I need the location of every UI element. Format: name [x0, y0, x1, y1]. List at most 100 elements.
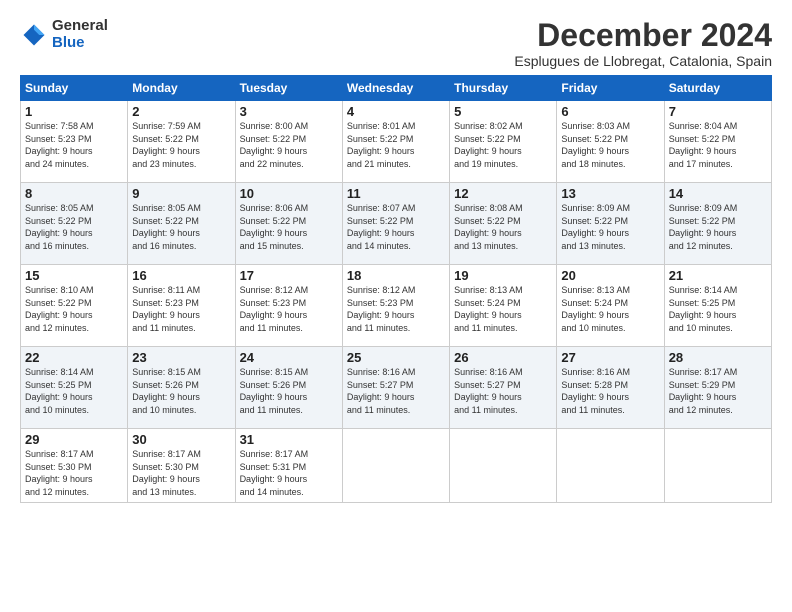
table-row: 27 Sunrise: 8:16 AMSunset: 5:28 PMDayligh…: [557, 347, 664, 429]
day-info: Sunrise: 8:17 AMSunset: 5:31 PMDaylight:…: [240, 449, 309, 497]
table-row: 24 Sunrise: 8:15 AMSunset: 5:26 PMDayligh…: [235, 347, 342, 429]
table-row: 29Sunrise: 8:17 AMSunset: 5:30 PMDayligh…: [21, 429, 128, 502]
day-number: 11: [347, 186, 445, 201]
table-row: [664, 429, 771, 502]
day-number: 19: [454, 268, 552, 283]
col-saturday: Saturday: [664, 76, 771, 101]
table-row: 20 Sunrise: 8:13 AMSunset: 5:24 PMDayligh…: [557, 265, 664, 347]
col-monday: Monday: [128, 76, 235, 101]
table-row: 9 Sunrise: 8:05 AMSunset: 5:22 PMDaylight…: [128, 183, 235, 265]
day-number: 7: [669, 104, 767, 119]
day-number: 24: [240, 350, 338, 365]
day-number: 10: [240, 186, 338, 201]
table-row: 13 Sunrise: 8:09 AMSunset: 5:22 PMDayligh…: [557, 183, 664, 265]
day-number: 4: [347, 104, 445, 119]
day-info: Sunrise: 8:06 AMSunset: 5:22 PMDaylight:…: [240, 203, 309, 251]
table-row: 14 Sunrise: 8:09 AMSunset: 5:22 PMDayligh…: [664, 183, 771, 265]
day-info: Sunrise: 8:16 AMSunset: 5:27 PMDaylight:…: [454, 367, 523, 415]
calendar-page: General Blue December 2024 Esplugues de …: [0, 0, 792, 612]
day-info: Sunrise: 8:09 AMSunset: 5:22 PMDaylight:…: [669, 203, 738, 251]
table-row: 1 Sunrise: 7:58 AMSunset: 5:23 PMDaylight…: [21, 101, 128, 183]
day-info: Sunrise: 7:58 AMSunset: 5:23 PMDaylight:…: [25, 121, 94, 169]
table-row: 5 Sunrise: 8:02 AMSunset: 5:22 PMDaylight…: [450, 101, 557, 183]
day-number: 8: [25, 186, 123, 201]
day-info: Sunrise: 8:16 AMSunset: 5:28 PMDaylight:…: [561, 367, 630, 415]
table-row: 15 Sunrise: 8:10 AMSunset: 5:22 PMDayligh…: [21, 265, 128, 347]
day-info: Sunrise: 8:07 AMSunset: 5:22 PMDaylight:…: [347, 203, 416, 251]
day-number: 31: [240, 432, 338, 447]
day-number: 13: [561, 186, 659, 201]
day-number: 14: [669, 186, 767, 201]
day-number: 1: [25, 104, 123, 119]
col-tuesday: Tuesday: [235, 76, 342, 101]
day-info: Sunrise: 8:15 AMSunset: 5:26 PMDaylight:…: [240, 367, 309, 415]
day-number: 28: [669, 350, 767, 365]
day-info: Sunrise: 8:00 AMSunset: 5:22 PMDaylight:…: [240, 121, 309, 169]
col-thursday: Thursday: [450, 76, 557, 101]
day-number: 20: [561, 268, 659, 283]
day-number: 30: [132, 432, 230, 447]
table-row: 3 Sunrise: 8:00 AMSunset: 5:22 PMDaylight…: [235, 101, 342, 183]
day-number: 23: [132, 350, 230, 365]
table-row: 2Sunrise: 7:59 AMSunset: 5:22 PMDaylight…: [128, 101, 235, 183]
table-row: 31 Sunrise: 8:17 AMSunset: 5:31 PMDayligh…: [235, 429, 342, 502]
day-number: 25: [347, 350, 445, 365]
day-number: 15: [25, 268, 123, 283]
day-number: 9: [132, 186, 230, 201]
day-info: Sunrise: 8:05 AMSunset: 5:22 PMDaylight:…: [132, 203, 201, 251]
day-info: Sunrise: 8:10 AMSunset: 5:22 PMDaylight:…: [25, 285, 94, 333]
day-info: Sunrise: 8:02 AMSunset: 5:22 PMDaylight:…: [454, 121, 523, 169]
col-sunday: Sunday: [21, 76, 128, 101]
day-number: 3: [240, 104, 338, 119]
title-area: December 2024 Esplugues de Llobregat, Ca…: [514, 18, 772, 69]
table-row: 21 Sunrise: 8:14 AMSunset: 5:25 PMDayligh…: [664, 265, 771, 347]
table-row: 28Sunrise: 8:17 AMSunset: 5:29 PMDayligh…: [664, 347, 771, 429]
table-row: 6 Sunrise: 8:03 AMSunset: 5:22 PMDaylight…: [557, 101, 664, 183]
logo: General Blue: [20, 18, 108, 51]
day-info: Sunrise: 8:09 AMSunset: 5:22 PMDaylight:…: [561, 203, 630, 251]
table-row: 23 Sunrise: 8:15 AMSunset: 5:26 PMDayligh…: [128, 347, 235, 429]
day-info: Sunrise: 7:59 AMSunset: 5:22 PMDaylight:…: [132, 121, 201, 169]
col-friday: Friday: [557, 76, 664, 101]
month-title: December 2024: [514, 18, 772, 53]
day-info: Sunrise: 8:08 AMSunset: 5:22 PMDaylight:…: [454, 203, 523, 251]
day-info: Sunrise: 8:14 AMSunset: 5:25 PMDaylight:…: [669, 285, 738, 333]
day-number: 17: [240, 268, 338, 283]
header-row: Sunday Monday Tuesday Wednesday Thursday…: [21, 76, 772, 101]
col-wednesday: Wednesday: [342, 76, 449, 101]
logo-blue-text: Blue: [52, 35, 108, 52]
day-number: 5: [454, 104, 552, 119]
day-info: Sunrise: 8:15 AMSunset: 5:26 PMDaylight:…: [132, 367, 201, 415]
logo-general-text: General: [52, 18, 108, 35]
table-row: 22 Sunrise: 8:14 AMSunset: 5:25 PMDayligh…: [21, 347, 128, 429]
table-row: 25 Sunrise: 8:16 AMSunset: 5:27 PMDayligh…: [342, 347, 449, 429]
table-row: [450, 429, 557, 502]
day-info: Sunrise: 8:17 AMSunset: 5:30 PMDaylight:…: [25, 449, 94, 497]
day-number: 27: [561, 350, 659, 365]
day-number: 12: [454, 186, 552, 201]
table-row: 7 Sunrise: 8:04 AMSunset: 5:22 PMDaylight…: [664, 101, 771, 183]
day-info: Sunrise: 8:03 AMSunset: 5:22 PMDaylight:…: [561, 121, 630, 169]
table-row: 12 Sunrise: 8:08 AMSunset: 5:22 PMDayligh…: [450, 183, 557, 265]
table-row: 8Sunrise: 8:05 AMSunset: 5:22 PMDaylight…: [21, 183, 128, 265]
day-number: 22: [25, 350, 123, 365]
table-row: 26 Sunrise: 8:16 AMSunset: 5:27 PMDayligh…: [450, 347, 557, 429]
table-row: 18Sunrise: 8:12 AMSunset: 5:23 PMDayligh…: [342, 265, 449, 347]
day-number: 16: [132, 268, 230, 283]
day-number: 26: [454, 350, 552, 365]
day-number: 6: [561, 104, 659, 119]
day-info: Sunrise: 8:14 AMSunset: 5:25 PMDaylight:…: [25, 367, 94, 415]
day-info: Sunrise: 8:01 AMSunset: 5:22 PMDaylight:…: [347, 121, 416, 169]
day-info: Sunrise: 8:04 AMSunset: 5:22 PMDaylight:…: [669, 121, 738, 169]
table-row: [557, 429, 664, 502]
day-number: 21: [669, 268, 767, 283]
table-row: 30 Sunrise: 8:17 AMSunset: 5:30 PMDayligh…: [128, 429, 235, 502]
header: General Blue December 2024 Esplugues de …: [20, 18, 772, 69]
table-row: 16 Sunrise: 8:11 AMSunset: 5:23 PMDayligh…: [128, 265, 235, 347]
day-info: Sunrise: 8:13 AMSunset: 5:24 PMDaylight:…: [561, 285, 630, 333]
day-info: Sunrise: 8:16 AMSunset: 5:27 PMDaylight:…: [347, 367, 416, 415]
table-row: 19Sunrise: 8:13 AMSunset: 5:24 PMDayligh…: [450, 265, 557, 347]
day-number: 18: [347, 268, 445, 283]
day-info: Sunrise: 8:17 AMSunset: 5:30 PMDaylight:…: [132, 449, 201, 497]
day-info: Sunrise: 8:11 AMSunset: 5:23 PMDaylight:…: [132, 285, 200, 333]
